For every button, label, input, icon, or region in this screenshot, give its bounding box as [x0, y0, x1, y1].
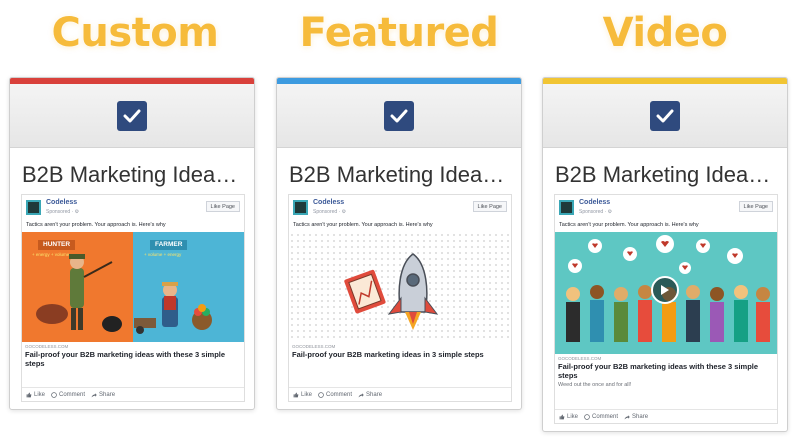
comment-icon	[51, 391, 57, 398]
like-page-label: Like Page	[210, 204, 235, 210]
like-action[interactable]: Like	[26, 392, 45, 398]
share-icon	[624, 414, 630, 419]
brand-avatar	[293, 200, 308, 215]
play-icon	[661, 285, 669, 295]
brand-name[interactable]: Codeless	[46, 199, 77, 206]
sponsored-label: Sponsored · ⚙	[579, 209, 613, 215]
like-page-button[interactable]: Like Page	[472, 201, 507, 212]
brand-name[interactable]: Codeless	[313, 199, 344, 206]
ad-body-text: Tactics aren't your problem. Your approa…	[293, 222, 433, 228]
thumbs-up-icon	[26, 392, 32, 397]
share-label: Share	[99, 391, 116, 398]
checkmark-icon	[123, 109, 141, 122]
ad-header: Codeless Sponsored · ⚙ Like Page	[555, 195, 777, 221]
ad-header: Codeless Sponsored · ⚙ Like Page	[22, 195, 244, 221]
ad-domain: GOCODELESS.COM	[292, 344, 336, 349]
heading-custom: Custom	[51, 10, 219, 56]
like-action[interactable]: Like	[559, 414, 578, 420]
ad-domain: GOCODELESS.COM	[25, 344, 69, 349]
like-page-label: Like Page	[743, 204, 768, 210]
heading-featured: Featured	[299, 10, 499, 56]
comment-icon	[584, 413, 590, 420]
brand-name[interactable]: Codeless	[579, 199, 610, 206]
comment-action[interactable]: Comment	[318, 392, 352, 398]
like-label: Like	[301, 391, 313, 398]
like-label: Like	[34, 391, 46, 398]
card-title: B2B Marketing Idea…	[22, 162, 238, 187]
ad-headline[interactable]: Fail-proof your B2B marketing ideas in 3…	[289, 349, 511, 359]
comment-label: Comment	[326, 391, 353, 398]
checkmark-icon	[390, 109, 408, 122]
card-title: B2B Marketing Idea…	[555, 162, 771, 187]
ad-header: Codeless Sponsored · ⚙ Like Page	[289, 195, 511, 221]
like-page-label: Like Page	[477, 204, 502, 210]
select-checkbox[interactable]	[650, 100, 680, 131]
card-header	[277, 84, 521, 148]
ad-domain: GOCODELESS.COM	[558, 356, 602, 361]
card-header	[10, 84, 254, 148]
card-header	[543, 84, 787, 148]
ad-actions: Like Comment Share	[22, 387, 244, 401]
sponsored-label: Sponsored · ⚙	[313, 209, 347, 215]
share-label: Share	[632, 413, 649, 420]
rocket-illustration	[344, 253, 439, 330]
comment-action[interactable]: Comment	[584, 414, 618, 420]
hunter-illustration	[36, 254, 212, 334]
brand-avatar	[26, 200, 41, 215]
share-action[interactable]: Share	[91, 392, 115, 398]
heading-video: Video	[602, 10, 728, 56]
share-label: Share	[366, 391, 383, 398]
play-button[interactable]	[651, 276, 679, 304]
ad-image-rocket[interactable]	[289, 232, 511, 342]
ad-card-video[interactable]: B2B Marketing Idea… Codeless Sponsored ·…	[542, 77, 788, 432]
ad-image-hunter-farmer[interactable]: HUNTER FARMER + energy + volume + volume…	[22, 232, 244, 342]
like-label: Like	[567, 413, 579, 420]
ad-headline[interactable]: Fail-proof your B2B marketing ideas with…	[22, 349, 244, 368]
ad-actions: Like Comment Share	[289, 387, 511, 401]
share-action[interactable]: Share	[358, 392, 382, 398]
like-action[interactable]: Like	[293, 392, 312, 398]
select-checkbox[interactable]	[117, 100, 147, 131]
like-page-button[interactable]: Like Page	[738, 201, 773, 212]
select-checkbox[interactable]	[384, 100, 414, 131]
ad-video-thumbnail[interactable]	[555, 232, 777, 354]
thumbs-up-icon	[559, 414, 565, 419]
share-icon	[358, 392, 364, 397]
facebook-ad-preview: Codeless Sponsored · ⚙ Like Page Tactics…	[554, 194, 778, 424]
like-page-button[interactable]: Like Page	[205, 201, 240, 212]
ad-card-featured[interactable]: B2B Marketing Idea… Codeless Sponsored ·…	[276, 77, 522, 410]
ad-description: Weed out the once and for all!	[558, 382, 632, 388]
sponsored-label: Sponsored · ⚙	[46, 209, 80, 215]
ad-card-custom[interactable]: B2B Marketing Idea… Codeless Sponsored ·…	[9, 77, 255, 410]
ad-body-text: Tactics aren't your problem. Your approa…	[26, 222, 166, 228]
ad-actions: Like Comment Share	[555, 409, 777, 423]
comment-label: Comment	[59, 391, 86, 398]
ad-headline[interactable]: Fail-proof your B2B marketing ideas with…	[555, 361, 777, 380]
checkmark-icon	[656, 109, 674, 122]
facebook-ad-preview: Codeless Sponsored · ⚙ Like Page Tactics…	[21, 194, 245, 402]
brand-avatar	[559, 200, 574, 215]
share-icon	[91, 392, 97, 397]
ad-body-text: Tactics aren't your problem. Your approa…	[559, 222, 699, 228]
comment-action[interactable]: Comment	[51, 392, 85, 398]
card-title: B2B Marketing Idea…	[289, 162, 505, 187]
thumbs-up-icon	[293, 392, 299, 397]
facebook-ad-preview: Codeless Sponsored · ⚙ Like Page Tactics…	[288, 194, 512, 402]
comment-icon	[318, 391, 324, 398]
share-action[interactable]: Share	[624, 414, 648, 420]
comment-label: Comment	[592, 413, 619, 420]
